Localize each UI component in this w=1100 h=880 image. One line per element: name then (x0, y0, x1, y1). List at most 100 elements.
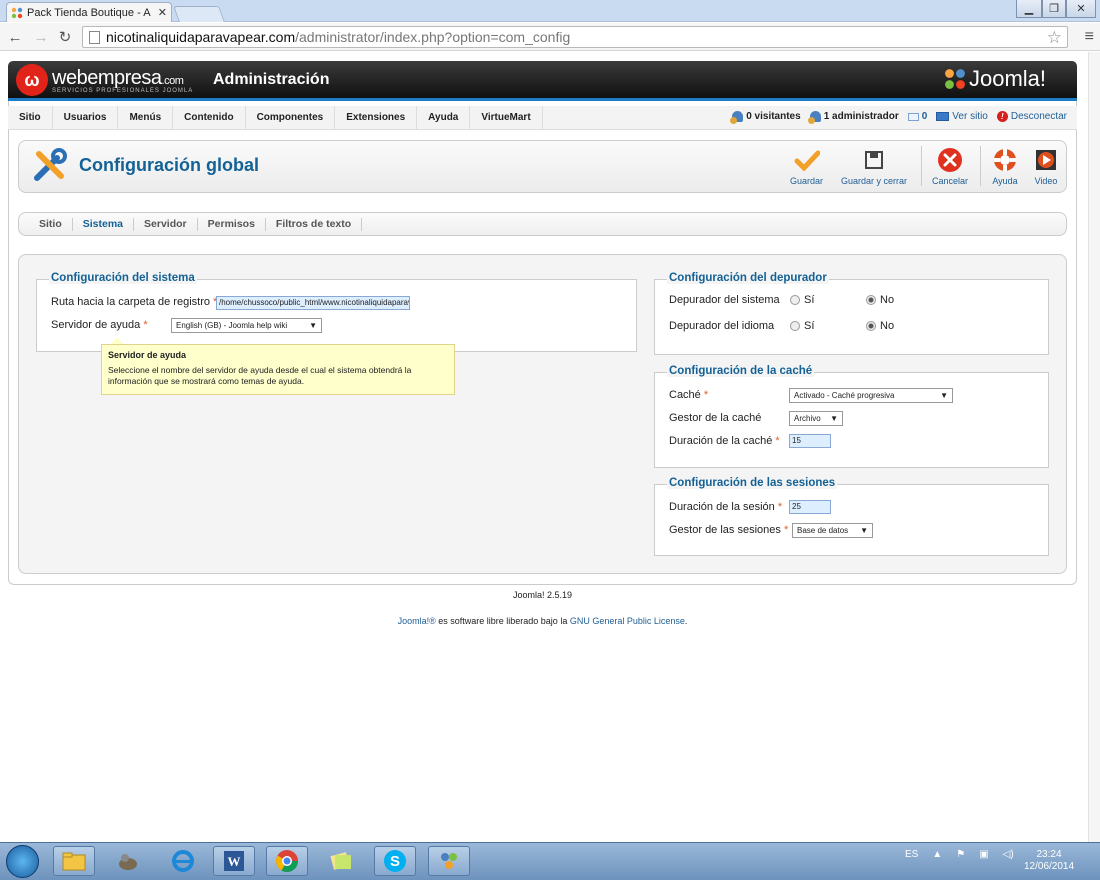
skype-taskbar-icon[interactable]: S (374, 846, 416, 876)
help-server-value: English (GB) - Joomla help wiki (176, 321, 288, 330)
cache-select[interactable]: Activado - Caché progresiva ▼ (789, 388, 953, 403)
system-fieldset (36, 279, 637, 352)
session-time-label-text: Duración de la sesión (669, 501, 775, 513)
help-button[interactable]: Ayuda (991, 148, 1019, 186)
network-icon[interactable]: ▣ (979, 849, 988, 860)
chevron-down-icon: ▼ (940, 391, 948, 400)
session-time-input[interactable]: 25 (789, 500, 831, 514)
messages-status[interactable]: 0 (907, 111, 927, 122)
radio-icon (790, 321, 800, 331)
required-marker: * (775, 435, 780, 447)
notes-taskbar-icon[interactable] (320, 846, 362, 876)
menu-ayuda[interactable]: Ayuda (417, 105, 471, 130)
cache-handler-label: Gestor de la caché (669, 412, 762, 424)
view-site-icon (936, 112, 950, 121)
url-bar[interactable]: nicotinaliquidaparavapear.com/administra… (82, 26, 1068, 48)
maximize-button[interactable]: ❐ (1042, 0, 1066, 18)
browser-menu-icon[interactable]: ≡ (1085, 28, 1094, 46)
cache-time-input[interactable]: 15 (789, 434, 831, 448)
debug-lang-yes[interactable]: Sí (790, 320, 814, 332)
toolbar-divider (921, 146, 922, 186)
joomla-link[interactable]: Joomla!® (398, 616, 436, 626)
joomla-version: Joomla! 2.5.19 (512, 590, 573, 600)
video-label: Video (1034, 176, 1058, 186)
menu-componentes[interactable]: Componentes (246, 105, 336, 130)
menu-contenido[interactable]: Contenido (173, 105, 246, 130)
config-subtabs: Sitio Sistema Servidor Permisos Filtros … (18, 212, 1067, 236)
debug-system-no-label: No (880, 294, 895, 306)
close-window-button[interactable]: ✕ (1066, 0, 1096, 18)
view-site-link[interactable]: Ver sitio (936, 111, 988, 122)
internet-explorer-icon (172, 850, 194, 872)
admins-text: 1 administrador (823, 111, 899, 122)
save-close-label: Guardar y cerrar (841, 176, 908, 186)
ie-taskbar-icon[interactable] (162, 846, 204, 876)
subtab-sitio[interactable]: Sitio (29, 217, 73, 231)
close-tab-icon[interactable]: ✕ (158, 6, 167, 19)
subtab-sistema[interactable]: Sistema (73, 217, 135, 231)
log-path-label-text: Ruta hacia la carpeta de registro (51, 296, 210, 308)
save-button[interactable]: Guardar (790, 148, 823, 186)
chrome-taskbar-icon[interactable] (266, 846, 308, 876)
browser-tab[interactable]: Pack Tienda Boutique - A ✕ (6, 2, 172, 22)
video-button[interactable]: Video (1032, 148, 1060, 186)
cache-handler-select[interactable]: Archivo ▼ (789, 411, 843, 426)
cache-label: Caché * (669, 389, 708, 401)
debug-system-yes[interactable]: Sí (790, 294, 814, 306)
radio-selected-icon (866, 321, 876, 331)
required-marker: * (143, 319, 148, 331)
taskbar-clock[interactable]: 23:24 12/06/2014 (1024, 849, 1074, 873)
cancel-icon (938, 148, 963, 172)
logout-link[interactable]: ! Desconectar (996, 111, 1067, 122)
back-icon[interactable]: ← (6, 27, 24, 47)
menu-sitio[interactable]: Sitio (8, 105, 53, 130)
flag-icon[interactable]: ⚑ (956, 849, 965, 860)
help-server-select[interactable]: English (GB) - Joomla help wiki ▼ (171, 318, 322, 333)
menu-extensiones[interactable]: Extensiones (335, 105, 418, 130)
menu-usuarios[interactable]: Usuarios (53, 105, 119, 130)
cache-label-text: Caché (669, 389, 701, 401)
debug-fieldset (654, 279, 1049, 355)
floppy-icon (865, 151, 884, 169)
language-indicator[interactable]: ES (905, 849, 918, 860)
session-handler-select[interactable]: Base de datos ▼ (792, 523, 873, 538)
bookmark-star-icon[interactable]: ☆ (1047, 28, 1062, 48)
subtab-permisos[interactable]: Permisos (198, 217, 266, 231)
joomla-wordmark: Joomla! (969, 66, 1047, 91)
session-handler-label: Gestor de las sesiones * (669, 524, 788, 536)
people-taskbar-icon[interactable] (428, 846, 470, 876)
subtab-filtros[interactable]: Filtros de texto (266, 217, 363, 231)
gpl-link[interactable]: GNU General Public License (570, 616, 685, 626)
volume-icon[interactable]: ◁) (1003, 849, 1014, 860)
clock-time: 23:24 (1036, 849, 1062, 860)
webempresa-logo: ω webempresa.com SERVICIOS PROFESIONALES… (16, 64, 193, 96)
debug-system-no[interactable]: No (866, 294, 894, 306)
reload-icon[interactable]: ↻ (56, 27, 74, 47)
debug-lang-label: Depurador del idioma (669, 320, 775, 332)
tooltip-text: Seleccione el nombre del servidor de ayu… (108, 365, 412, 386)
debug-legend: Configuración del depurador (667, 272, 829, 284)
log-path-input[interactable]: /home/chussoco/public_html/www.nicotinal… (216, 296, 410, 310)
radio-icon (790, 295, 800, 305)
tab-title: Pack Tienda Boutique - A (27, 6, 151, 19)
save-close-button[interactable]: Guardar y cerrar (841, 148, 907, 186)
debug-lang-no[interactable]: No (866, 320, 894, 332)
gimp-taskbar-icon[interactable] (107, 846, 149, 876)
brand-subtitle: SERVICIOS PROFESIONALES JOOMLA (52, 87, 194, 94)
forward-icon[interactable]: → (32, 27, 50, 47)
new-tab-button[interactable] (173, 6, 225, 22)
help-tooltip: Servidor de ayuda Seleccione el nombre d… (101, 344, 455, 395)
minimize-button[interactable]: ▁ (1016, 0, 1042, 18)
help-server-label-text: Servidor de ayuda (51, 319, 141, 331)
word-taskbar-icon[interactable]: W (213, 846, 255, 876)
menu-menus[interactable]: Menús (118, 105, 174, 130)
start-button[interactable] (6, 845, 39, 878)
explorer-taskbar-icon[interactable] (53, 846, 95, 876)
page-scrollbar[interactable] (1088, 52, 1100, 842)
page-title: Configuración global (79, 155, 259, 175)
subtab-servidor[interactable]: Servidor (134, 217, 198, 231)
menu-virtuemart[interactable]: VirtueMart (470, 105, 543, 130)
tray-expand-icon[interactable]: ▲ (932, 849, 942, 860)
url-path: /administrator/index.php?option=com_conf… (295, 29, 571, 45)
cancel-button[interactable]: Cancelar (932, 148, 968, 186)
